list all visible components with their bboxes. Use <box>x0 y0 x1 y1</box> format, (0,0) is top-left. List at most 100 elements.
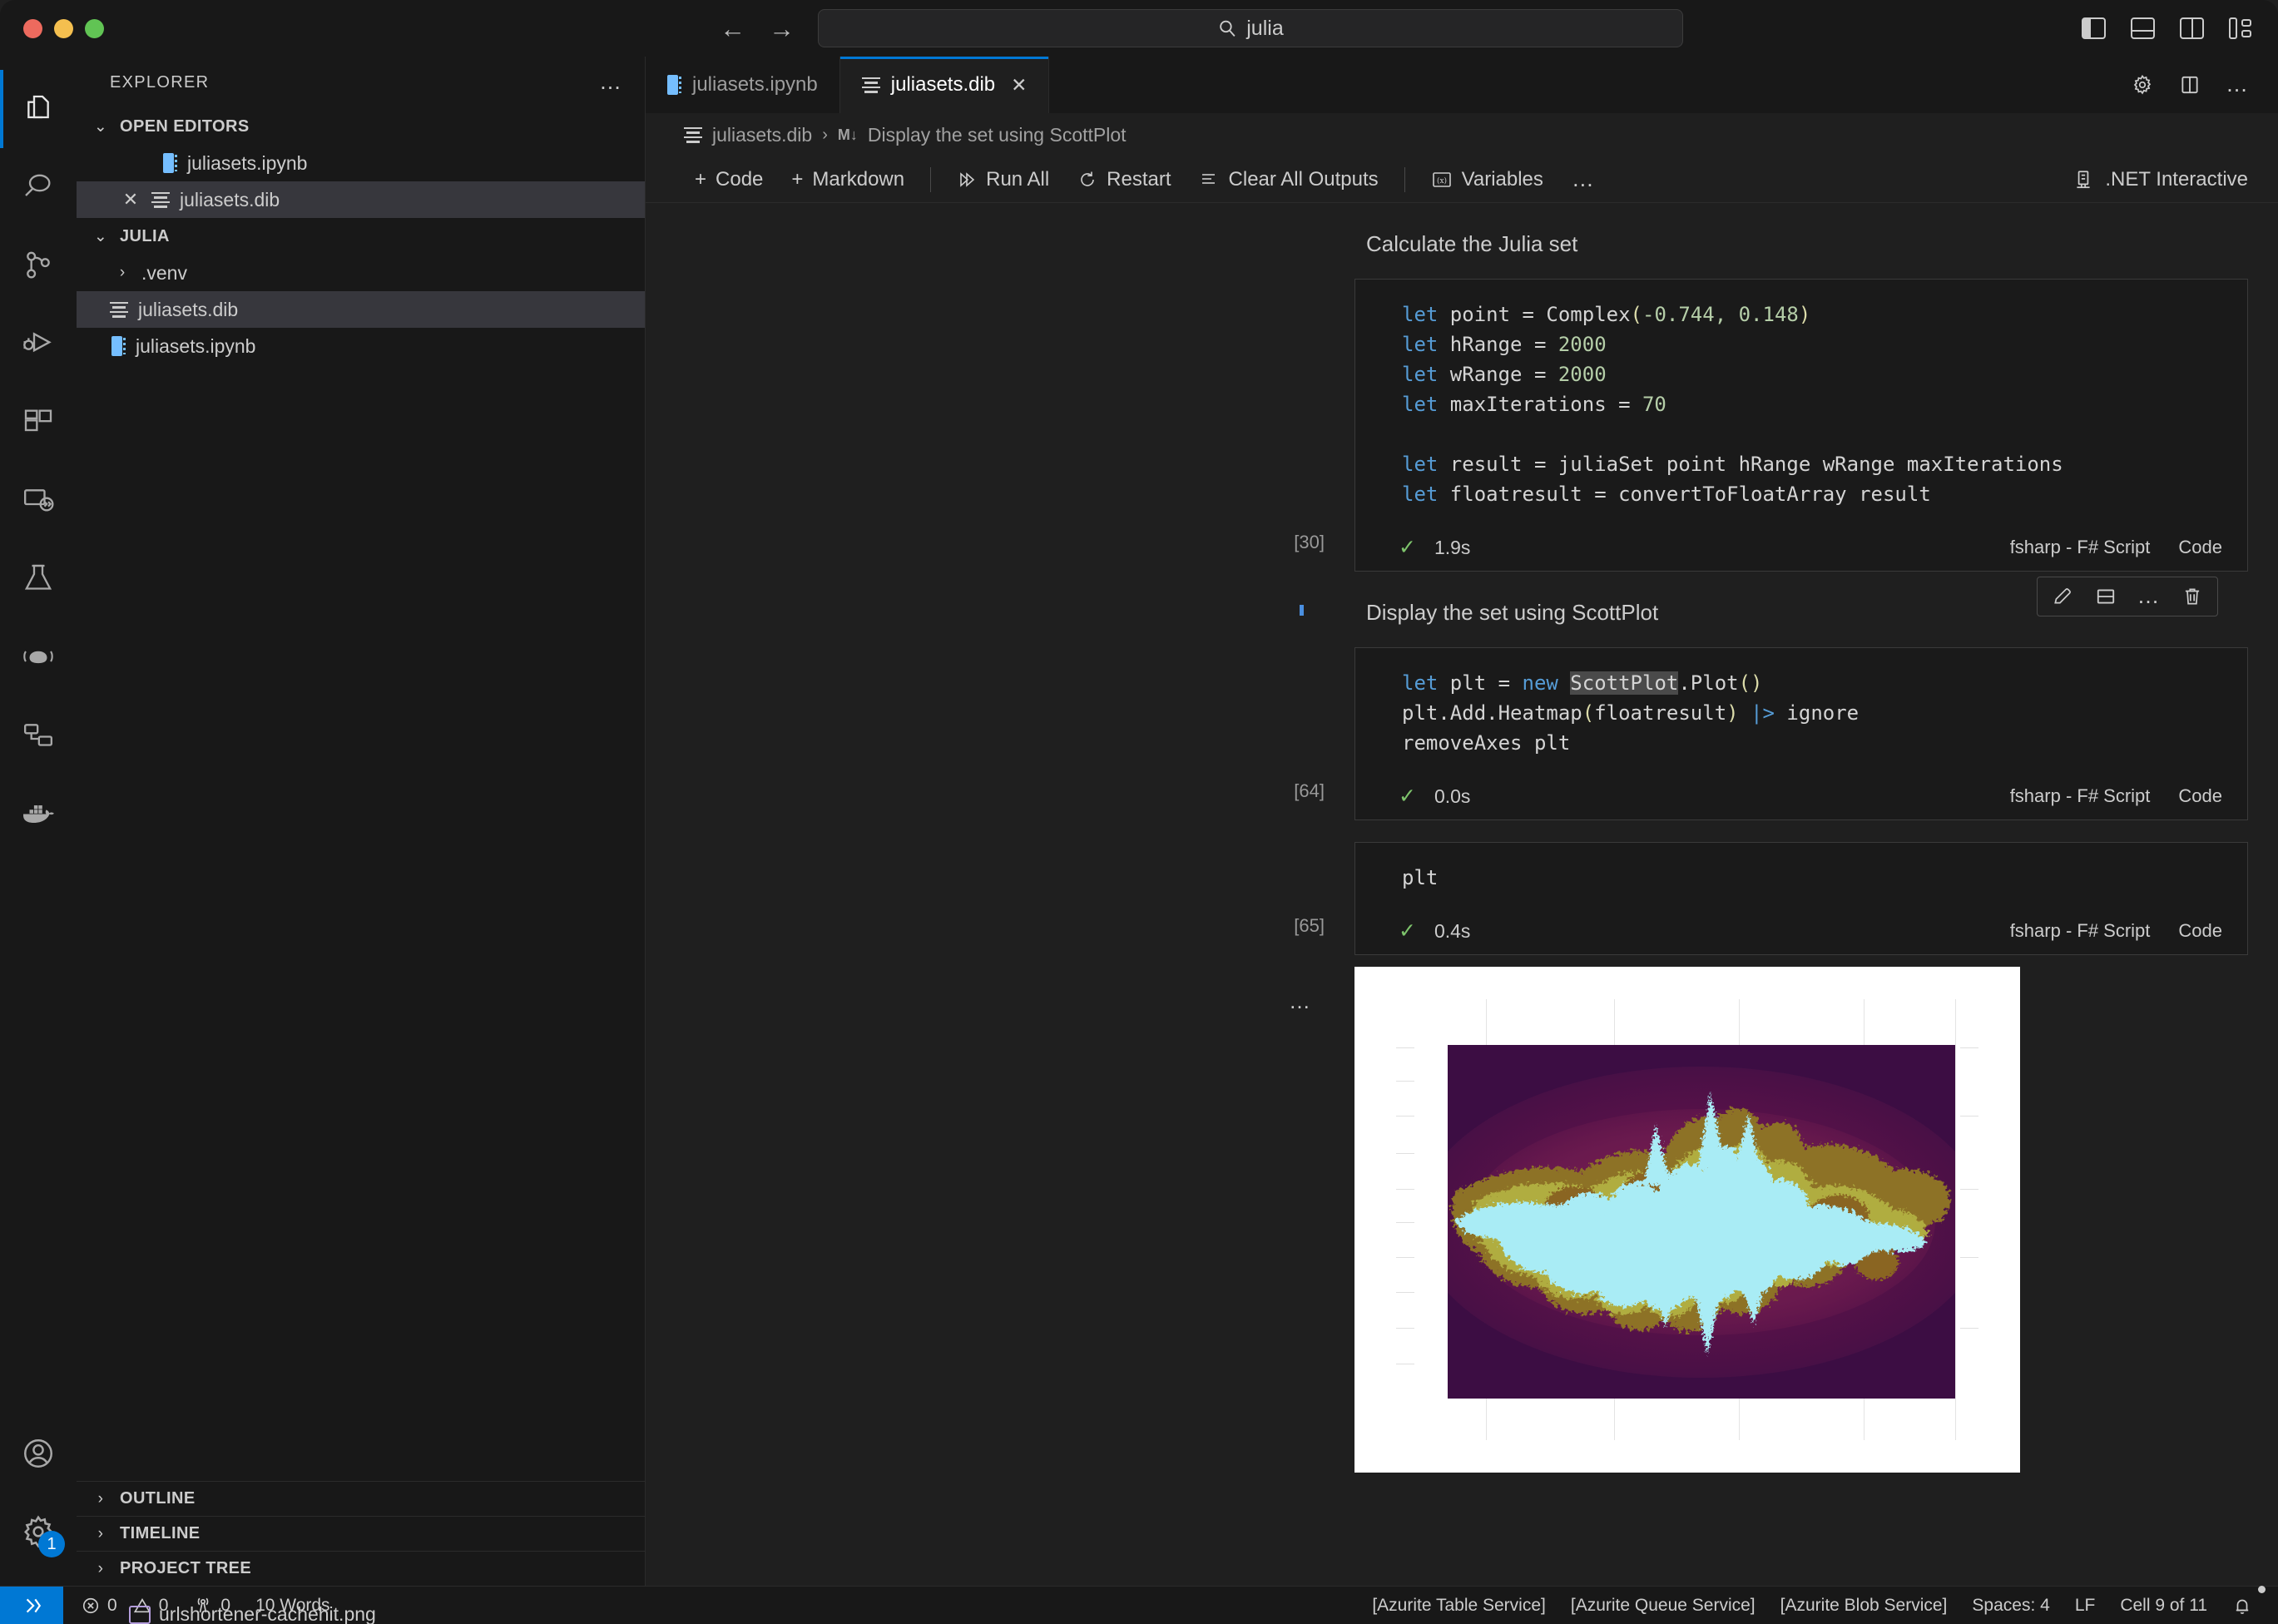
activity-item-remote-explorer[interactable] <box>0 461 77 539</box>
tab-juliasets-ipynb[interactable]: juliasets.ipynb <box>646 57 840 113</box>
close-icon[interactable]: ✕ <box>1011 74 1027 97</box>
code-editor[interactable]: plt <box>1355 843 2247 908</box>
more-actions-icon[interactable]: … <box>2127 577 2171 616</box>
cell-language[interactable]: fsharp - F# Script <box>2010 920 2151 942</box>
section-julia[interactable]: ⌄ JULIA <box>77 218 645 255</box>
customize-layout-icon[interactable] <box>2229 17 2253 39</box>
indentation-status[interactable]: Spaces: 4 <box>1959 1587 2062 1624</box>
dock-item-peek[interactable]: urlshortener-cachehit.png <box>129 1603 376 1624</box>
clear-outputs-icon <box>1200 170 1220 190</box>
activity-item-project-manager[interactable] <box>0 696 77 774</box>
command-center-search[interactable]: julia <box>818 9 1683 47</box>
grid-line <box>1396 1047 1414 1048</box>
tree-item-juliasets-dib[interactable]: juliasets.dib <box>77 291 645 328</box>
activity-item-testing[interactable] <box>0 539 77 617</box>
status-label: [Azurite Table Service] <box>1372 1596 1546 1616</box>
sidebar-more-actions-icon[interactable]: … <box>599 77 623 88</box>
cell-kind[interactable]: Code <box>2178 785 2222 807</box>
breadcrumb-file[interactable]: juliasets.dib <box>712 124 812 146</box>
activity-item-extensions[interactable] <box>0 383 77 461</box>
notifications-bell-button[interactable] <box>2220 1587 2265 1624</box>
notebook-cells-container[interactable]: Calculate the Julia set [30] let point =… <box>646 203 2278 1586</box>
azurite-queue-service-status[interactable]: [Azurite Queue Service] <box>1558 1587 1768 1624</box>
title-bar: ← → julia <box>0 0 2278 57</box>
more-actions-icon[interactable]: … <box>2226 79 2250 91</box>
grid-line <box>1396 1257 1414 1258</box>
maximize-window-button[interactable] <box>85 19 104 38</box>
restart-kernel-button[interactable]: Restart <box>1063 161 1185 198</box>
button-label: Code <box>716 168 763 191</box>
cell-language-info[interactable]: fsharp - F# Script Code <box>2010 920 2247 942</box>
section-label: OPEN EDITORS <box>120 117 250 136</box>
add-markdown-cell-button[interactable]: + Markdown <box>777 161 919 198</box>
cell-language[interactable]: fsharp - F# Script <box>2010 537 2151 558</box>
cell-kind[interactable]: Code <box>2178 920 2222 942</box>
cell-body[interactable]: let point = Complex(-0.744, 0.148) let h… <box>1354 279 2248 572</box>
editor-actions[interactable]: … <box>2131 57 2278 113</box>
cell-body[interactable]: let plt = new ScottPlot.Plot() plt.Add.H… <box>1354 647 2248 820</box>
panel-outline[interactable]: › OUTLINE <box>77 1481 645 1516</box>
activity-item-docker[interactable] <box>0 774 77 852</box>
toggle-panel-icon[interactable] <box>2131 17 2155 39</box>
cell-hover-toolbar[interactable]: … <box>2037 577 2218 616</box>
code-cell-30[interactable]: [30] let point = Complex(-0.744, 0.148) … <box>646 279 2278 572</box>
activity-item-run-and-debug[interactable] <box>0 304 77 383</box>
close-window-button[interactable] <box>23 19 42 38</box>
close-icon[interactable]: ✕ <box>120 189 141 210</box>
activity-item-source-control[interactable] <box>0 226 77 304</box>
activity-item-settings[interactable]: 1 <box>0 1493 77 1571</box>
code-cell-65[interactable]: [65] plt ✓ 0.4s fsharp - F# Script Code <box>646 842 2278 955</box>
toggle-secondary-sidebar-icon[interactable] <box>2180 17 2204 39</box>
section-open-editors[interactable]: ⌄ OPEN EDITORS <box>77 108 645 145</box>
cell-language-info[interactable]: fsharp - F# Script Code <box>2010 537 2247 558</box>
open-editor-juliasets-dib[interactable]: ✕ juliasets.dib <box>77 181 645 218</box>
breadcrumb[interactable]: juliasets.dib › M↓ Display the set using… <box>646 113 2278 156</box>
navigation-arrows[interactable]: ← → <box>720 16 795 42</box>
activity-item-account[interactable] <box>0 1414 77 1493</box>
toggle-primary-sidebar-icon[interactable] <box>2082 17 2106 39</box>
delete-trash-icon[interactable] <box>2171 577 2214 616</box>
toolbar-more-actions[interactable]: … <box>1557 161 1610 198</box>
markdown-cell-display[interactable]: Display the set using ScottPlot … <box>646 572 2278 626</box>
tab-juliasets-dib[interactable]: juliasets.dib ✕ <box>840 57 1050 113</box>
clear-all-outputs-button[interactable]: Clear All Outputs <box>1186 161 1393 198</box>
dib-icon <box>110 302 128 318</box>
activity-item-polyglot-notebooks[interactable] <box>0 617 77 696</box>
execution-duration: 0.0s <box>1434 785 1470 808</box>
cell-language[interactable]: fsharp - F# Script <box>2010 785 2151 807</box>
remote-window-button[interactable] <box>0 1587 63 1624</box>
azurite-blob-service-status[interactable]: [Azurite Blob Service] <box>1768 1587 1960 1624</box>
kernel-selector[interactable]: .NET Interactive <box>2072 168 2278 191</box>
cell-body[interactable]: plt ✓ 0.4s fsharp - F# Script Code <box>1354 842 2248 955</box>
window-controls[interactable] <box>0 19 104 38</box>
split-cell-icon[interactable] <box>2084 577 2127 616</box>
tree-item-juliasets-ipynb[interactable]: juliasets.ipynb <box>77 328 645 364</box>
markdown-cell-calculate[interactable]: Calculate the Julia set <box>646 203 2278 257</box>
cell-kind[interactable]: Code <box>2178 537 2222 558</box>
edit-pencil-icon[interactable] <box>2041 577 2084 616</box>
settings-gear-icon[interactable] <box>2131 73 2154 97</box>
cell-language-info[interactable]: fsharp - F# Script Code <box>2010 785 2247 807</box>
output-more-actions-icon[interactable]: … <box>1275 967 1325 1473</box>
go-forward-icon[interactable]: → <box>769 16 795 42</box>
code-editor[interactable]: let plt = new ScottPlot.Plot() plt.Add.H… <box>1355 648 2247 773</box>
eol-status[interactable]: LF <box>2063 1587 2108 1624</box>
code-cell-64[interactable]: [64] let plt = new ScottPlot.Plot() plt.… <box>646 647 2278 820</box>
open-editor-juliasets-ipynb[interactable]: juliasets.ipynb <box>77 145 645 181</box>
run-all-button[interactable]: Run All <box>943 161 1063 198</box>
add-code-cell-button[interactable]: + Code <box>681 161 777 198</box>
split-editor-icon[interactable] <box>2179 74 2201 96</box>
layout-controls[interactable] <box>2082 0 2253 57</box>
tree-item-venv[interactable]: › .venv <box>77 255 645 291</box>
panel-timeline[interactable]: › TIMELINE <box>77 1516 645 1551</box>
activity-item-explorer[interactable] <box>0 70 77 148</box>
breadcrumb-cell[interactable]: Display the set using ScottPlot <box>868 124 1127 146</box>
go-back-icon[interactable]: ← <box>720 16 745 42</box>
azurite-table-service-status[interactable]: [Azurite Table Service] <box>1359 1587 1558 1624</box>
variables-button[interactable]: (x) Variables <box>1417 161 1557 198</box>
panel-project-tree[interactable]: › PROJECT TREE <box>77 1551 645 1586</box>
activity-item-search[interactable] <box>0 148 77 226</box>
minimize-window-button[interactable] <box>54 19 73 38</box>
code-editor[interactable]: let point = Complex(-0.744, 0.148) let h… <box>1355 280 2247 524</box>
cell-position-status[interactable]: Cell 9 of 11 <box>2107 1587 2220 1624</box>
